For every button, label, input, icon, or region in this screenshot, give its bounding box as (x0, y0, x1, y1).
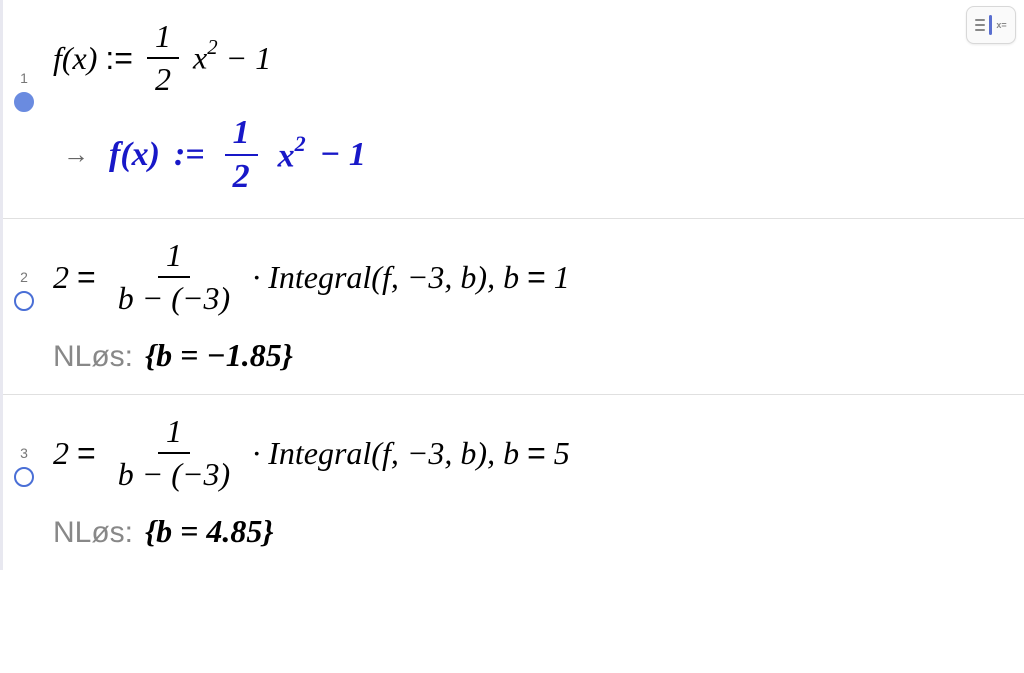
cas-row[interactable]: 3 2 = 1 b − (−3) · Integral(f, −3, b), b… (3, 395, 1024, 570)
xeq-icon: x= (996, 20, 1006, 30)
integral-call: Integral(f, −3, b), b (268, 435, 519, 472)
variable: x (278, 138, 295, 175)
input-expression[interactable]: 2 = 1 b − (−3) · Integral(f, −3, b), b =… (53, 413, 974, 493)
fraction: 1 2 (225, 114, 258, 196)
rhs: 1 (554, 259, 570, 296)
input-expression[interactable]: f(x) := 1 2 x2 − 1 (53, 18, 974, 98)
solver-output: NLøs: {b = −1.85} (53, 337, 974, 374)
lhs: f(x) (53, 40, 97, 77)
fraction: 1 2 (147, 18, 179, 98)
fraction: 1 b − (−3) (110, 237, 239, 317)
row-index: 2 (20, 269, 28, 285)
assign-op: := (105, 40, 133, 77)
solver-label: NLøs: (53, 516, 133, 550)
solver-result: {b = 4.85} (145, 513, 274, 550)
integral-call: Integral(f, −3, b), b (268, 259, 519, 296)
term: x2 (193, 39, 218, 77)
fraction-denominator: b − (−3) (110, 278, 239, 317)
fraction-denominator: 2 (147, 59, 179, 98)
solver-output: NLøs: {b = 4.85} (53, 513, 974, 550)
equals: = (527, 435, 546, 472)
term: x2 (278, 134, 306, 175)
tail: − 1 (226, 40, 272, 77)
list-icon (975, 19, 985, 31)
assign-op: := (174, 136, 205, 174)
visibility-marker[interactable] (14, 467, 34, 487)
equals: = (527, 259, 546, 296)
tail: − 1 (320, 136, 366, 174)
cas-row[interactable]: 1 f(x) := 1 2 x2 − 1 → f(x) := (3, 0, 1024, 219)
row-content: 2 = 1 b − (−3) · Integral(f, −3, b), b =… (45, 229, 1024, 380)
exponent: 2 (207, 36, 217, 59)
row-gutter: 1 (3, 10, 45, 112)
solver-result: {b = −1.85} (145, 337, 293, 374)
input-expression[interactable]: 2 = 1 b − (−3) · Integral(f, −3, b), b =… (53, 237, 974, 317)
row-gutter: 2 (3, 229, 45, 311)
row-index: 1 (20, 70, 28, 86)
row-content: 2 = 1 b − (−3) · Integral(f, −3, b), b =… (45, 405, 1024, 556)
equals: = (77, 259, 96, 296)
row-gutter: 3 (3, 405, 45, 487)
variable: x (193, 40, 207, 76)
fraction: 1 b − (−3) (110, 413, 239, 493)
fraction-numerator: 1 (225, 114, 258, 156)
lhs: 2 (53, 259, 69, 296)
row-index: 3 (20, 445, 28, 461)
dot: · (252, 435, 260, 472)
fraction-denominator: 2 (225, 156, 258, 196)
lhs: f(x) (109, 136, 160, 174)
visibility-marker[interactable] (14, 291, 34, 311)
visibility-marker[interactable] (14, 92, 34, 112)
divider-icon (989, 15, 992, 35)
cas-view: 1 f(x) := 1 2 x2 − 1 → f(x) := (0, 0, 1024, 570)
fraction-numerator: 1 (158, 413, 190, 454)
substitute-button[interactable]: x= (966, 6, 1016, 44)
row-content: f(x) := 1 2 x2 − 1 → f(x) := 1 2 (45, 10, 1024, 204)
cas-row[interactable]: 2 2 = 1 b − (−3) · Integral(f, −3, b), b… (3, 219, 1024, 395)
dot: · (252, 259, 260, 296)
output-expression: → f(x) := 1 2 x2 − 1 (53, 114, 974, 196)
fraction-numerator: 1 (147, 18, 179, 59)
solver-label: NLøs: (53, 340, 133, 374)
exponent: 2 (295, 131, 306, 156)
fraction-denominator: b − (−3) (110, 454, 239, 493)
rhs: 5 (554, 435, 570, 472)
arrow-icon: → (63, 140, 89, 170)
fraction-numerator: 1 (158, 237, 190, 278)
equals: = (77, 435, 96, 472)
lhs: 2 (53, 435, 69, 472)
